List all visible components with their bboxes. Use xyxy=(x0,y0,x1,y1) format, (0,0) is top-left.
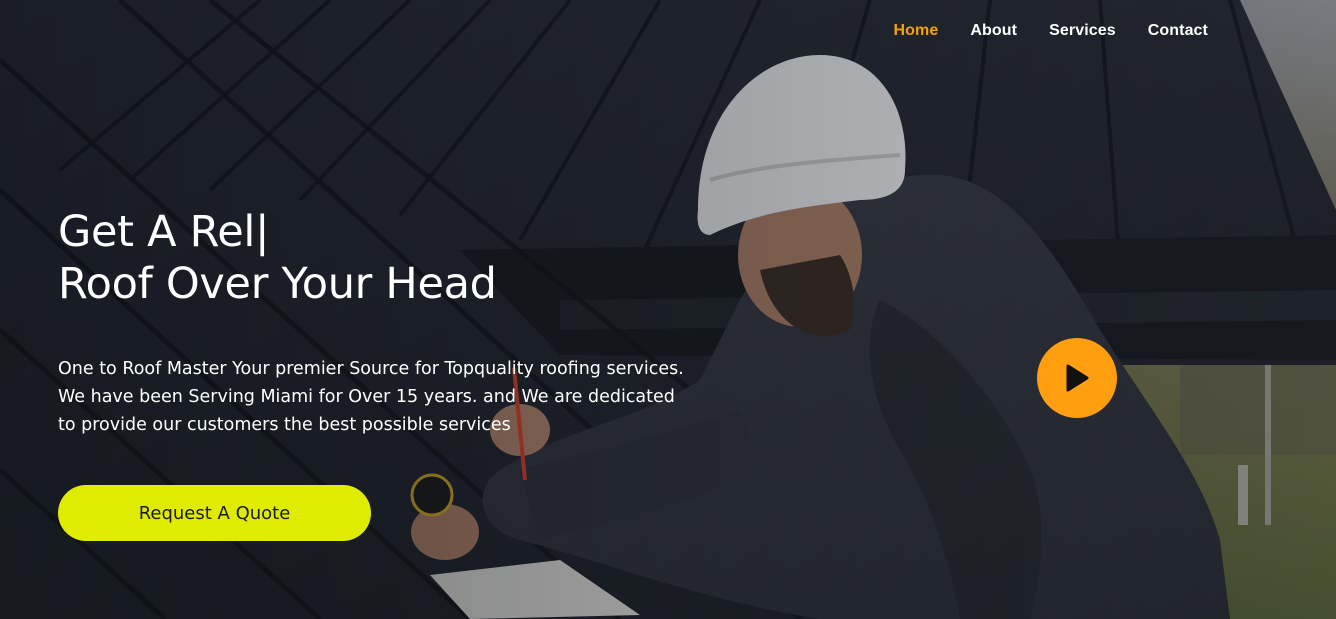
hero-title-line-1: Get A Rel| xyxy=(58,207,270,257)
nav-link-about[interactable]: About xyxy=(970,22,1017,40)
play-icon xyxy=(1066,364,1089,392)
request-quote-button[interactable]: Request A Quote xyxy=(58,485,371,541)
hero-description: One to Roof Master Your premier Source f… xyxy=(58,359,684,435)
main-nav: Home About Services Contact xyxy=(894,22,1208,40)
nav-link-home[interactable]: Home xyxy=(894,22,939,40)
nav-link-contact[interactable]: Contact xyxy=(1148,22,1208,40)
hero-title: Get A Rel| Roof Over Your Head xyxy=(58,206,497,310)
play-video-button[interactable] xyxy=(1037,338,1117,418)
hero-section: Home About Services Contact Get A Rel| R… xyxy=(0,0,1336,619)
hero-title-line-2: Roof Over Your Head xyxy=(58,259,497,309)
nav-link-services[interactable]: Services xyxy=(1049,22,1116,40)
